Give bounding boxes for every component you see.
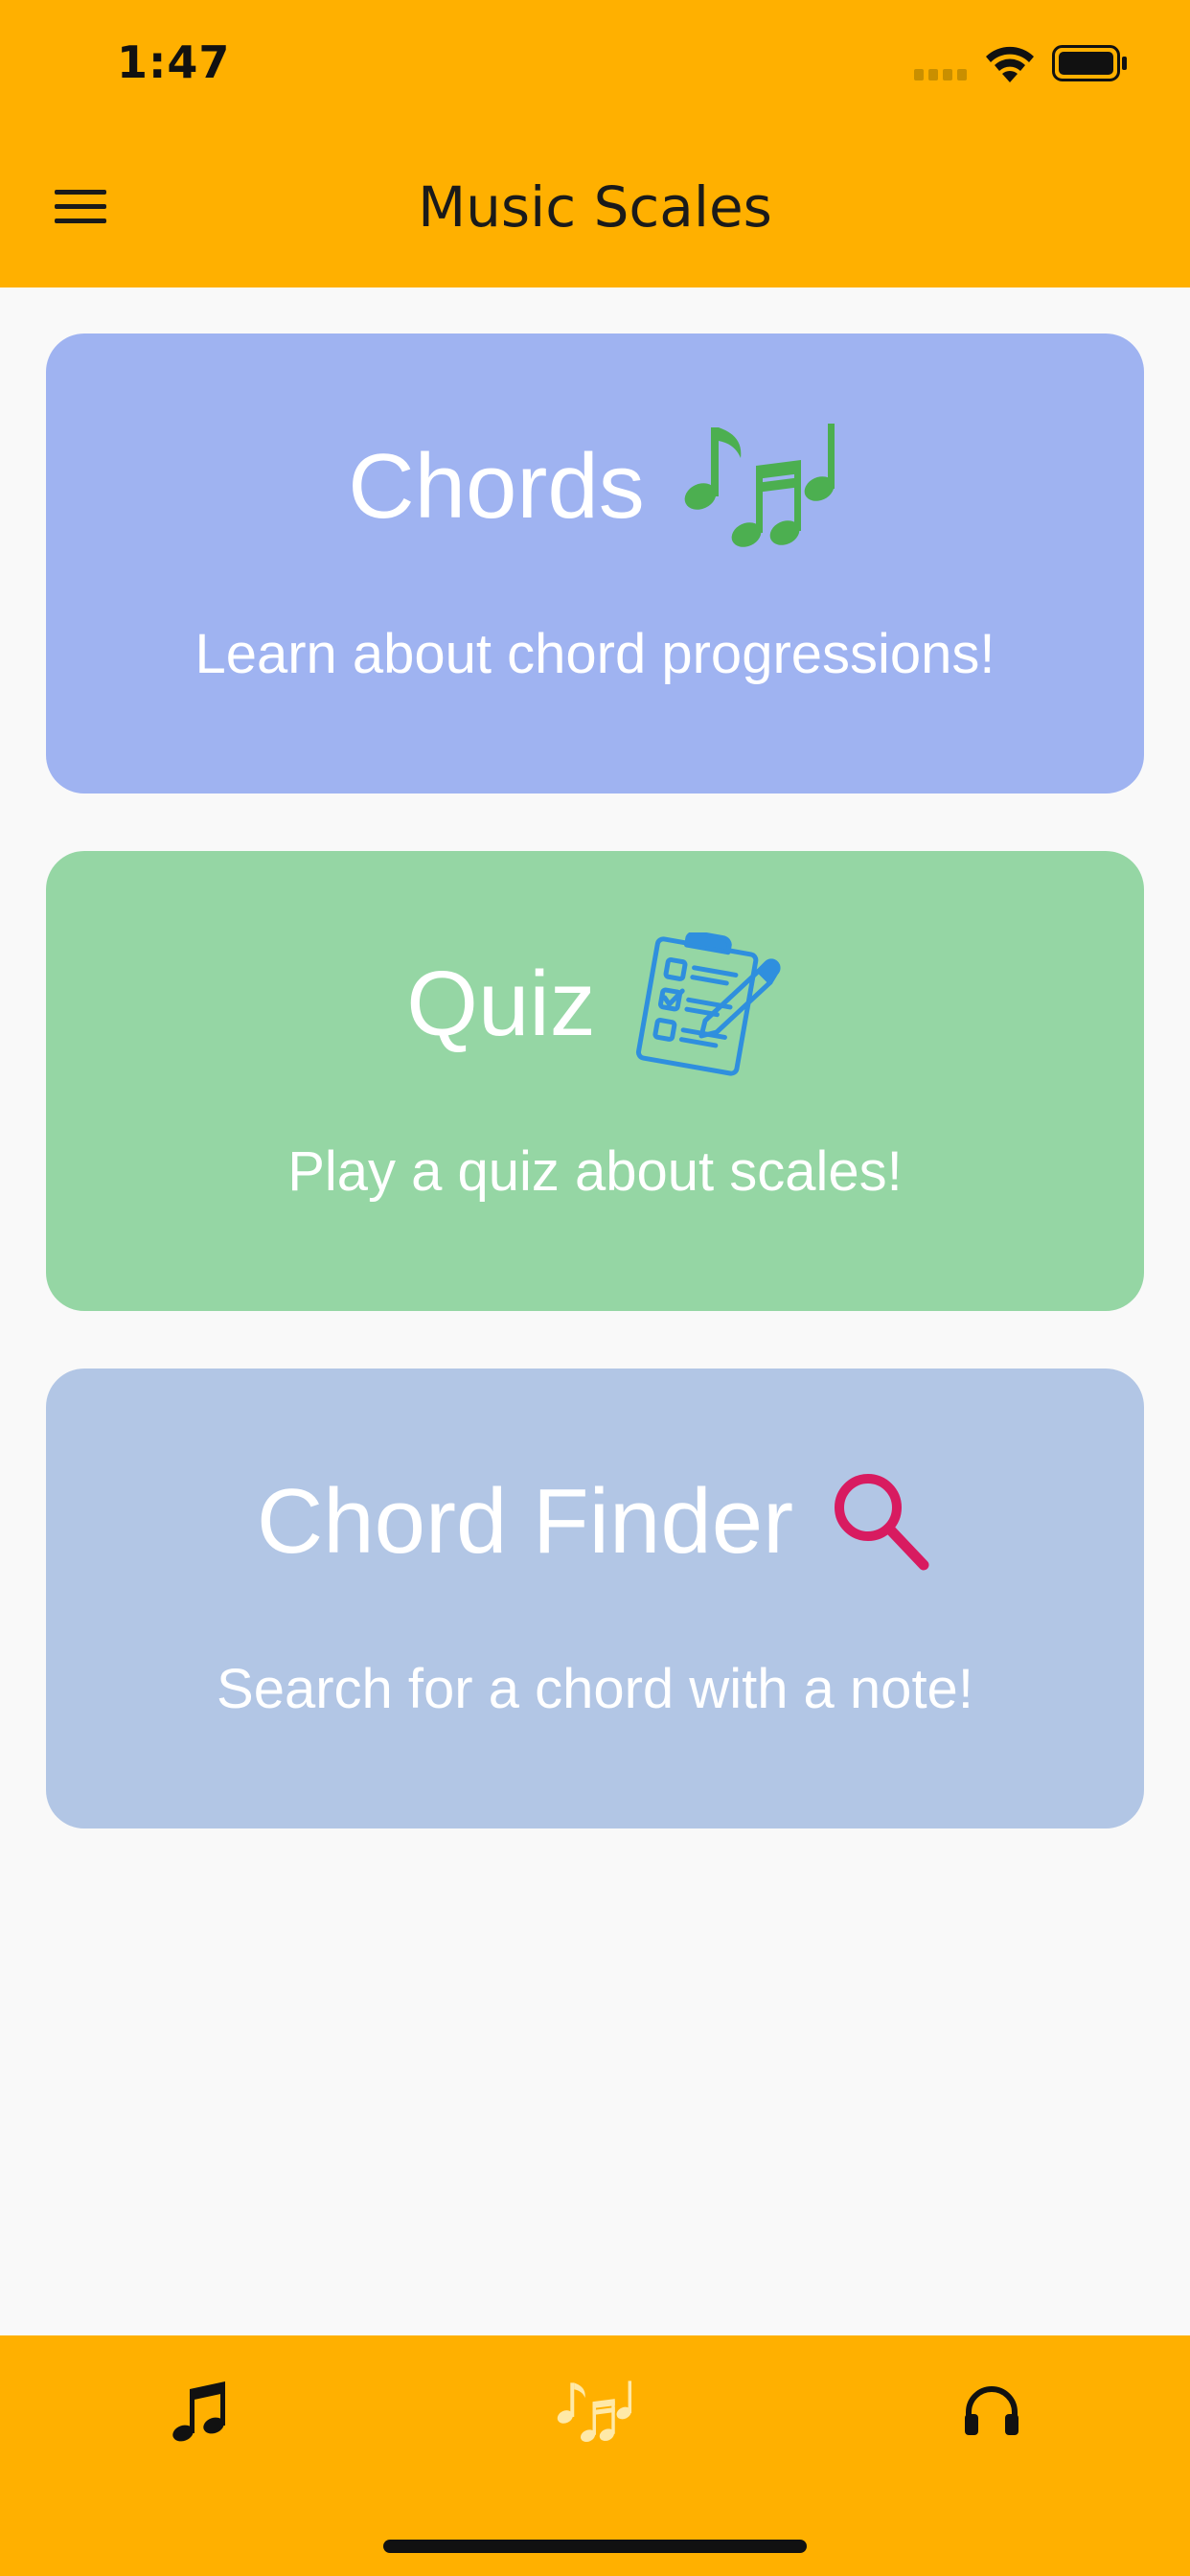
card-title-row: Chord Finder <box>46 1445 1144 1598</box>
wifi-icon <box>986 46 1034 82</box>
cellular-signal-icon <box>914 69 967 80</box>
card-subtitle: Learn about chord progressions! <box>195 623 995 685</box>
app-header: 1:47 Music Scales <box>0 0 1190 288</box>
card-title: Chords <box>348 435 645 538</box>
nav-item-chords[interactable] <box>397 2335 793 2489</box>
card-subtitle: Search for a chord with a note! <box>217 1658 973 1720</box>
chords-card[interactable]: Chords Learn about chord progressions! <box>46 334 1144 794</box>
nav-item-listen[interactable] <box>793 2335 1190 2489</box>
clipboard-checklist-icon <box>635 932 781 1076</box>
headphones-icon <box>965 2386 1018 2435</box>
quiz-card[interactable]: Quiz Play a quiz about scales! <box>46 851 1144 1311</box>
chord-finder-card[interactable]: Chord Finder Search for a chord with a n… <box>46 1368 1144 1828</box>
page-title: Music Scales <box>418 174 772 240</box>
status-time: 1:47 <box>117 36 231 88</box>
card-title-row: Chords <box>46 410 1144 564</box>
music-notes-icon <box>557 2380 632 2443</box>
card-subtitle: Play a quiz about scales! <box>287 1140 903 1203</box>
card-title: Quiz <box>406 953 596 1055</box>
battery-icon <box>1052 45 1127 81</box>
home-indicator <box>383 2540 807 2553</box>
music-note-icon <box>172 2381 225 2442</box>
card-title-row: Quiz <box>46 928 1144 1081</box>
card-title: Chord Finder <box>256 1470 794 1573</box>
magnifying-glass-icon <box>835 1474 929 1571</box>
nav-item-scales[interactable] <box>0 2335 397 2489</box>
music-notes-icon <box>684 424 835 547</box>
